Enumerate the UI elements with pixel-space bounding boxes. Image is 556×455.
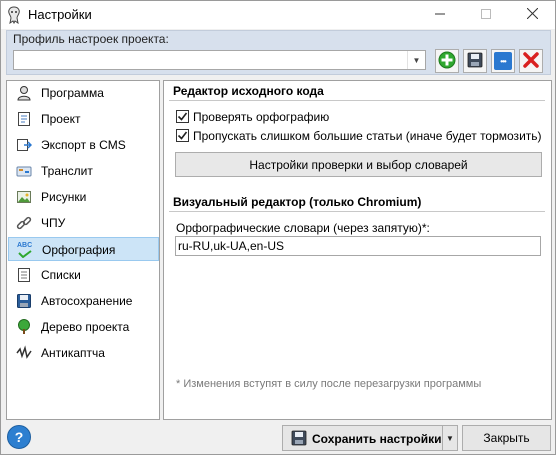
sidebar-item-label: Программа (41, 86, 104, 100)
list-icon (16, 267, 32, 283)
sidebar-item-label: Дерево проекта (41, 320, 130, 334)
close-window-button[interactable] (509, 1, 555, 29)
add-profile-button[interactable] (435, 49, 459, 73)
dictionaries-input[interactable]: ru-RU,uk-UA,en-US (175, 236, 541, 256)
sidebar-item-project-tree[interactable]: Дерево проекта (8, 315, 159, 339)
visual-editor-section-title: Визуальный редактор (только Chromium) (173, 195, 422, 209)
sidebar-item-translit[interactable]: Транслит (8, 159, 159, 183)
skip-large-articles-checkbox[interactable] (176, 129, 189, 142)
delete-icon (523, 51, 539, 71)
checkmark-icon (177, 131, 188, 140)
autosave-icon (16, 293, 32, 309)
minimize-icon (435, 8, 445, 22)
save-settings-button[interactable]: Сохранить настройки (282, 425, 442, 451)
dictionary-settings-button[interactable]: Настройки проверки и выбор словарей (175, 152, 542, 177)
profile-select[interactable]: ▼ (13, 50, 426, 70)
chevron-down-icon: ▼ (446, 433, 454, 443)
save-icon (467, 52, 483, 71)
sidebar-item-anticaptcha[interactable]: Антикаптча (8, 341, 159, 365)
chevron-down-icon[interactable]: ▼ (407, 51, 425, 69)
dictionaries-label: Орфографические словари (через запятую)*… (176, 221, 430, 235)
check-spelling-checkbox[interactable] (176, 110, 189, 123)
sidebar-item-images[interactable]: Рисунки (8, 185, 159, 209)
sidebar-item-export-cms[interactable]: Экспорт в CMS (8, 133, 159, 157)
save-icon (291, 430, 307, 446)
sidebar-item-label: ЧПУ (41, 216, 66, 230)
more-icon: ••• (494, 52, 512, 70)
sidebar-item-label: Списки (41, 268, 81, 282)
profile-label: Профиль настроек проекта: (13, 32, 169, 46)
user-icon (16, 85, 32, 101)
sidebar-item-program[interactable]: Программа (8, 81, 159, 105)
sidebar-item-autosave[interactable]: Автосохранение (8, 289, 159, 313)
check-spelling-label[interactable]: Проверять орфографию (193, 110, 329, 124)
tree-icon (16, 319, 32, 335)
link-icon (16, 215, 32, 231)
maximize-button[interactable] (463, 1, 509, 29)
translit-icon (16, 163, 32, 179)
document-icon (16, 111, 32, 127)
close-button[interactable]: Закрыть (462, 425, 551, 451)
anticaptcha-icon (16, 345, 32, 361)
sidebar-item-label: Транслит (41, 164, 93, 178)
sidebar-item-label: Экспорт в CMS (41, 138, 126, 152)
maximize-icon (481, 8, 491, 22)
export-icon (16, 137, 33, 153)
skip-large-articles-label[interactable]: Пропускать слишком большие статьи (иначе… (193, 129, 542, 143)
settings-sidebar: Программа Проект Экспорт в CMS Транслит … (6, 80, 160, 420)
section-divider (169, 211, 545, 212)
help-icon: ? (14, 429, 24, 445)
minimize-button[interactable] (417, 1, 463, 29)
save-settings-label: Сохранить настройки (312, 432, 442, 446)
title-bar[interactable]: Настройки (1, 1, 555, 29)
more-options-button[interactable]: ••• (491, 49, 515, 73)
restart-note: * Изменения вступят в силу после перезаг… (176, 378, 482, 390)
sidebar-item-lists[interactable]: Списки (8, 263, 159, 287)
image-icon (16, 189, 32, 205)
sidebar-item-label: Проект (41, 112, 81, 126)
sidebar-item-label: Орфография (42, 243, 116, 257)
spellcheck-icon-text: ABC (17, 242, 33, 249)
close-icon (526, 7, 538, 22)
sidebar-item-label: Антикаптча (41, 346, 105, 360)
add-icon (438, 51, 456, 72)
sidebar-item-project[interactable]: Проект (8, 107, 159, 131)
sidebar-item-spelling[interactable]: ABC Орфография (8, 237, 159, 261)
sidebar-item-label: Автосохранение (41, 294, 133, 308)
checkmark-icon (177, 112, 188, 121)
help-button[interactable]: ? (7, 425, 31, 449)
source-editor-section-title: Редактор исходного кода (173, 84, 324, 98)
delete-profile-button[interactable] (519, 49, 543, 73)
section-divider (169, 100, 545, 101)
more-glyph: ••• (500, 56, 506, 66)
spellcheck-icon: ABC (17, 242, 33, 258)
sidebar-item-label: Рисунки (41, 190, 87, 204)
sidebar-item-chpu[interactable]: ЧПУ (8, 211, 159, 235)
save-profile-button[interactable] (463, 49, 487, 73)
app-logo-icon (6, 6, 22, 25)
window-title: Настройки (28, 7, 92, 22)
settings-window: Настройки Профиль настроек проекта: ▼ ••… (0, 0, 556, 455)
save-options-dropdown[interactable]: ▼ (442, 425, 458, 451)
